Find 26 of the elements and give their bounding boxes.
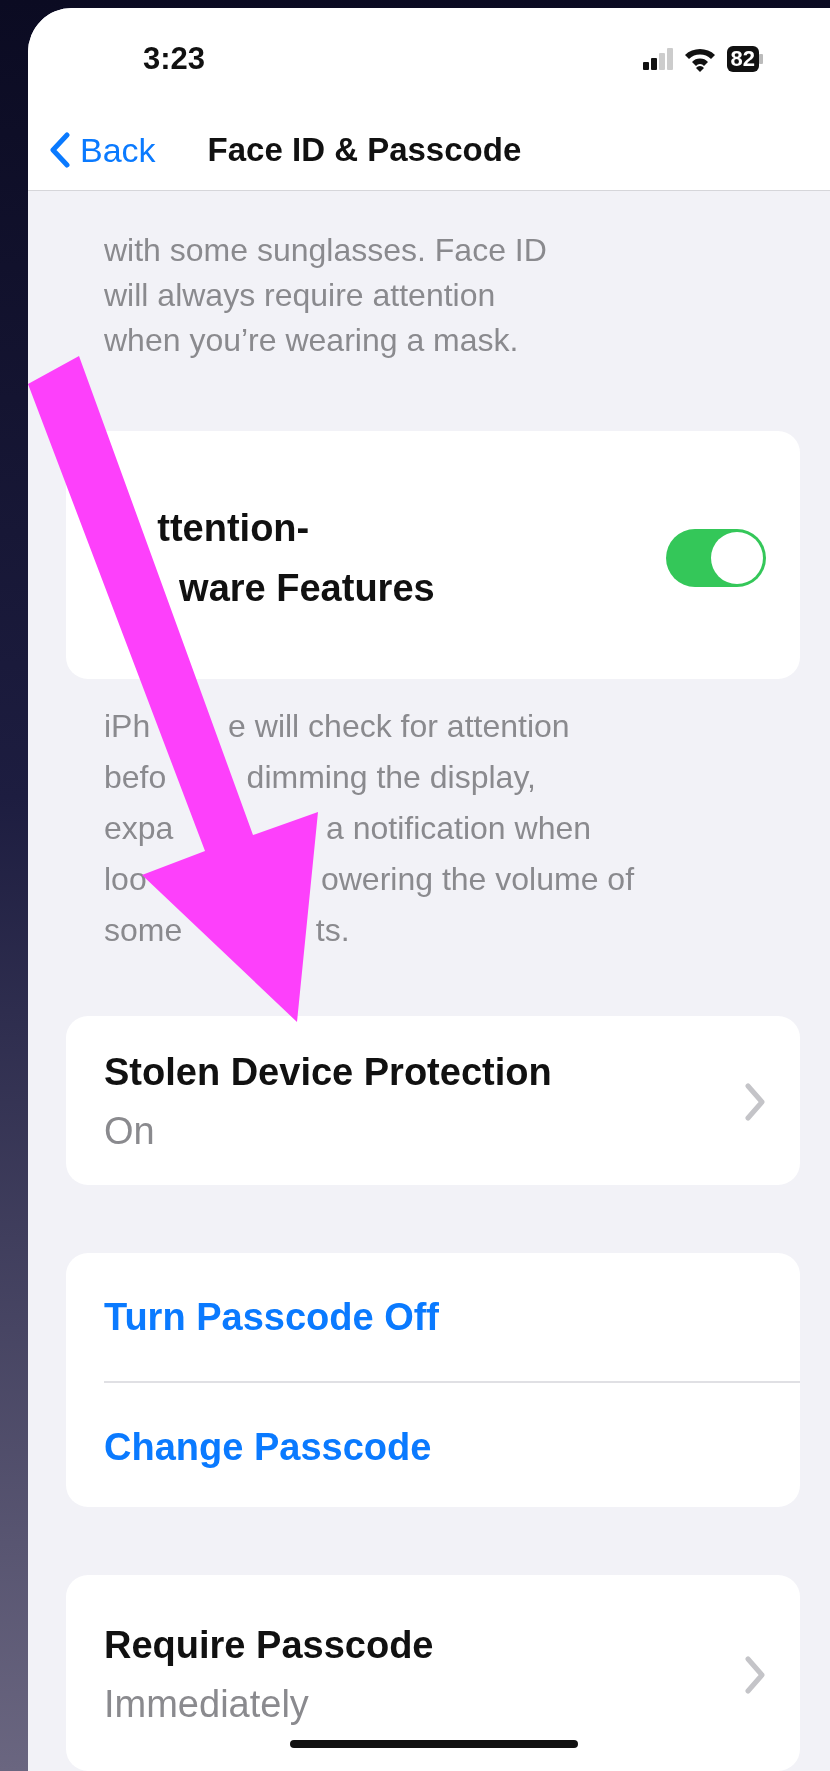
toggle-switch[interactable] <box>666 528 766 587</box>
page-title: Face ID & Passcode <box>207 131 522 169</box>
chevron-icon <box>744 1654 766 1695</box>
footnote-text: will always require attention <box>104 277 496 313</box>
status-time: 3:23 <box>143 41 206 77</box>
signal-icon <box>642 48 673 70</box>
setting-label: ware Features <box>179 565 435 611</box>
back-button[interactable]: Back <box>50 130 156 170</box>
footnote-text: when you’re wearing a mask. <box>104 322 519 358</box>
footnote-text: loo <box>104 861 147 898</box>
footnote-text: owering the volume of <box>320 860 634 900</box>
footnote-text: some <box>104 912 183 949</box>
footnote-text: befo <box>104 759 167 796</box>
footnote-text: ts. <box>315 911 350 951</box>
chevron-icon <box>744 1082 766 1123</box>
footnote-text: iPh <box>104 708 151 745</box>
footnote-text: dimming the display, <box>246 758 536 798</box>
action-link[interactable]: Change Passcode <box>104 1425 432 1469</box>
footnote-text: expa <box>104 810 174 847</box>
battery-indicator: 82 <box>726 46 763 72</box>
footnote-text: a notification when <box>325 809 591 849</box>
setting-label: ttention- <box>157 505 310 551</box>
footnote-text: with some sunglasses. Face ID <box>104 232 547 268</box>
action-link[interactable]: Turn Passcode Off <box>104 1295 440 1339</box>
footnote-text: e will check for attention <box>228 707 570 747</box>
chevron-icon <box>50 132 70 168</box>
